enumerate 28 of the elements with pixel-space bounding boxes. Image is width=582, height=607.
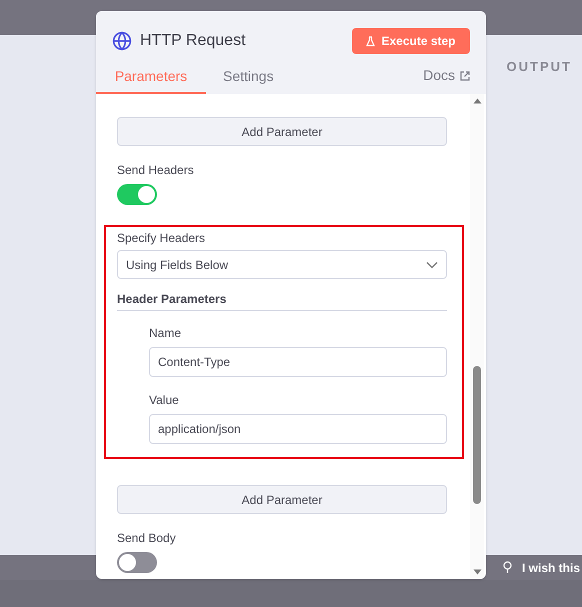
dropdown-value: Using Fields Below	[126, 256, 228, 274]
external-link-icon	[460, 70, 470, 80]
scrollbar[interactable]	[470, 94, 484, 579]
toggle-switch[interactable]	[117, 184, 157, 205]
input-field[interactable]: Content-Type	[149, 347, 447, 377]
field-label: Value	[149, 393, 180, 407]
flask-icon	[366, 36, 376, 46]
add-parameter-button[interactable]: Add Parameter	[117, 117, 447, 146]
add-parameter-button[interactable]: Add Parameter	[117, 485, 447, 514]
panel-heading: OUTPUT	[506, 58, 572, 73]
field-label: Name	[149, 326, 182, 340]
toggle-switch[interactable]	[117, 552, 157, 573]
scroll-up-icon[interactable]	[472, 98, 482, 104]
scrollbar-thumb[interactable]	[473, 366, 481, 504]
input-field[interactable]: application/json	[149, 414, 447, 444]
toggle-label: Send Headers	[117, 163, 194, 177]
docs-link[interactable]: Docs	[423, 65, 470, 94]
toggle-label: Send Body	[117, 531, 176, 545]
field-label: Specify Headers	[117, 231, 206, 245]
dropdown-field[interactable]: Using Fields Below	[117, 250, 447, 279]
globe-icon	[112, 31, 132, 51]
chevron-down-icon	[426, 260, 438, 268]
lightbulb-icon	[502, 561, 512, 574]
node-title: HTTP Request	[140, 31, 246, 51]
feedback-link[interactable]: I wish this	[522, 558, 580, 576]
section-title: Header Parameters	[117, 292, 228, 306]
scroll-down-icon[interactable]	[472, 569, 482, 575]
tab[interactable]: Settings	[206, 66, 291, 94]
